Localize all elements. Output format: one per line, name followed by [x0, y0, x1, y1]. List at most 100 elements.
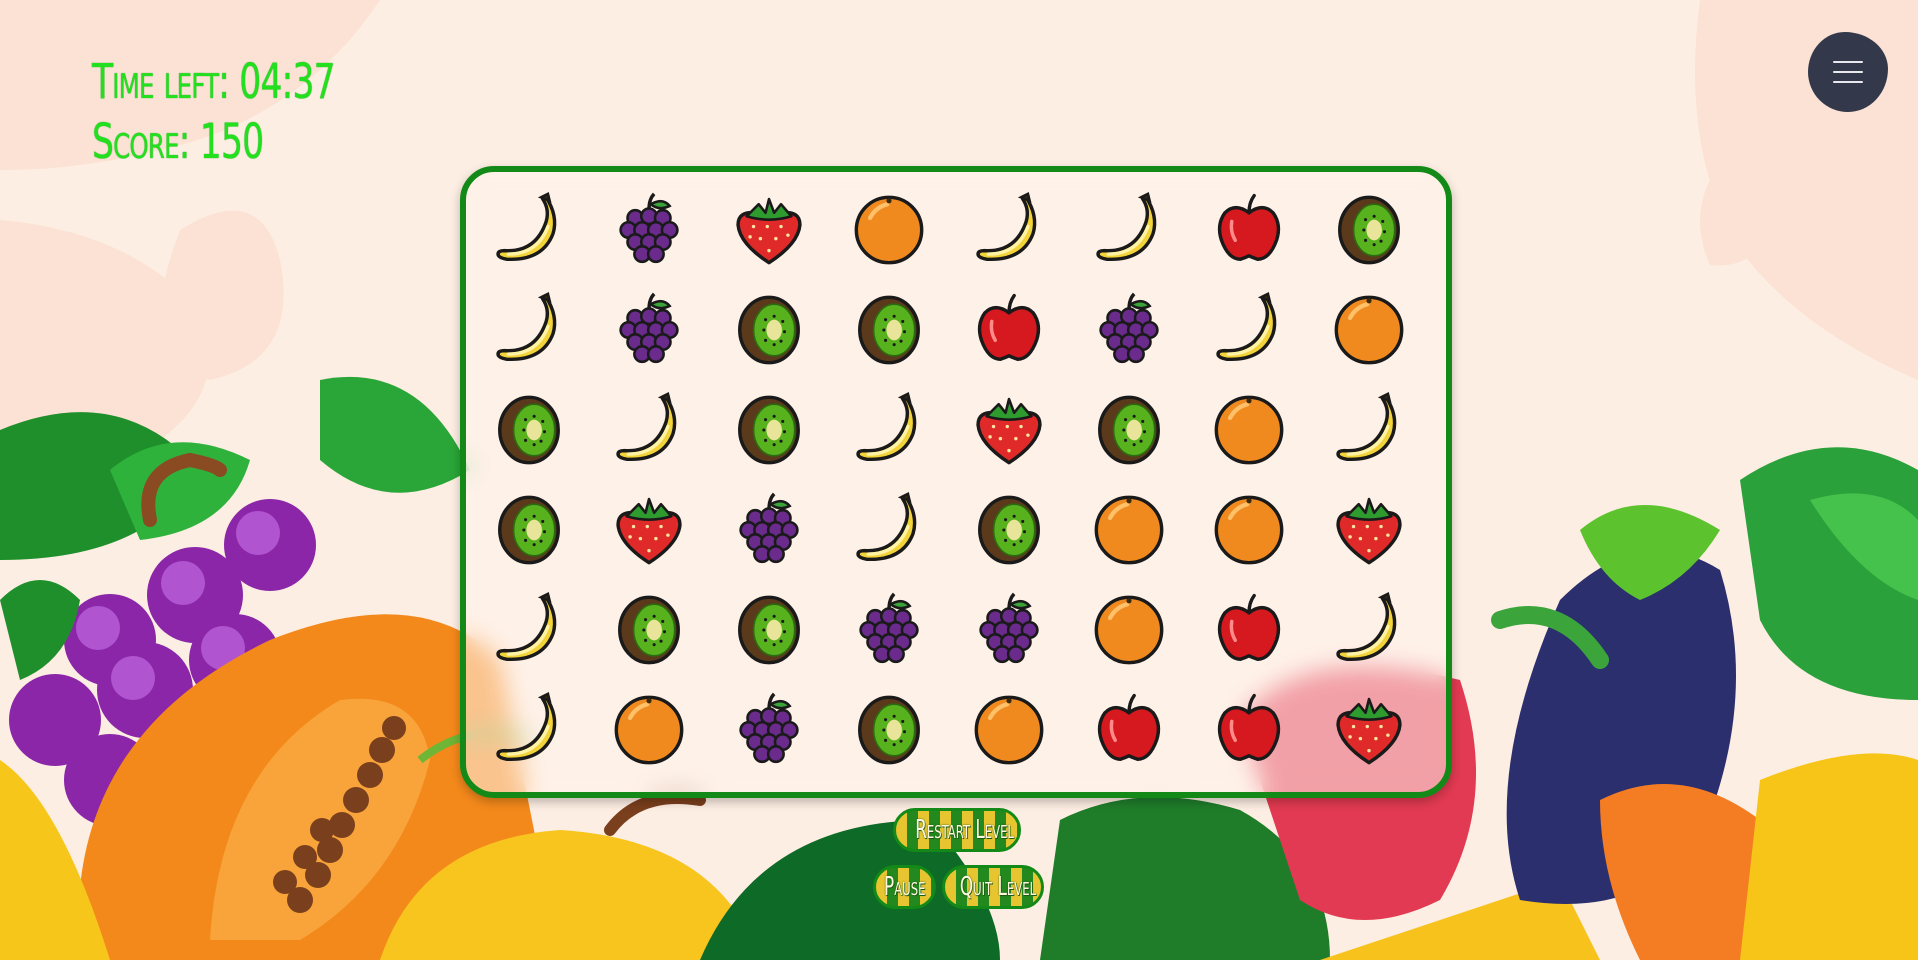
- fruit-grid: [466, 172, 1429, 780]
- time-left-label: Time left:: [92, 54, 230, 110]
- kiwi-icon: [498, 495, 560, 565]
- banana-icon: [1216, 292, 1277, 361]
- fruit-tile-strawberry[interactable]: [949, 380, 1069, 480]
- fruit-tile-strawberry[interactable]: [589, 480, 709, 580]
- quit-level-button[interactable]: Quit Level: [942, 865, 1044, 909]
- fruit-tile-banana[interactable]: [589, 380, 709, 480]
- fruit-tile-orange[interactable]: [589, 680, 709, 780]
- fruit-tile-apple[interactable]: [1189, 580, 1309, 680]
- apple-icon: [977, 293, 1041, 361]
- pause-button[interactable]: Pause: [873, 865, 936, 909]
- fruit-tile-orange[interactable]: [1309, 280, 1429, 380]
- fruit-tile-grapes[interactable]: [1069, 280, 1189, 380]
- fruit-tile-kiwi[interactable]: [589, 580, 709, 680]
- fruit-tile-banana[interactable]: [1189, 280, 1309, 380]
- fruit-tile-orange[interactable]: [1189, 480, 1309, 580]
- fruit-tile-banana[interactable]: [469, 280, 589, 380]
- orange-icon: [1094, 495, 1164, 565]
- kiwi-icon: [1338, 195, 1400, 265]
- banana-icon: [976, 192, 1037, 261]
- fruit-tile-banana[interactable]: [469, 680, 589, 780]
- time-left-display: Time left: 04:37: [92, 52, 336, 112]
- strawberry-icon: [1336, 697, 1402, 765]
- fruit-tile-grapes[interactable]: [709, 480, 829, 580]
- grapes-icon: [1099, 292, 1159, 364]
- fruit-tile-grapes[interactable]: [589, 180, 709, 280]
- fruit-tile-apple[interactable]: [949, 280, 1069, 380]
- fruit-tile-apple[interactable]: [1189, 680, 1309, 780]
- fruit-tile-orange[interactable]: [949, 680, 1069, 780]
- banana-icon: [1336, 392, 1397, 461]
- fruit-tile-kiwi[interactable]: [709, 380, 829, 480]
- banana-icon: [1096, 192, 1157, 261]
- fruit-tile-kiwi[interactable]: [1069, 380, 1189, 480]
- fruit-tile-strawberry[interactable]: [1309, 680, 1429, 780]
- fruit-tile-kiwi[interactable]: [829, 280, 949, 380]
- fruit-tile-orange[interactable]: [1069, 580, 1189, 680]
- hamburger-menu-icon: [1833, 61, 1863, 83]
- fruit-tile-banana[interactable]: [1309, 380, 1429, 480]
- kiwi-icon: [738, 395, 800, 465]
- kiwi-icon: [618, 595, 680, 665]
- grapes-icon: [859, 592, 919, 664]
- kiwi-icon: [738, 595, 800, 665]
- fruit-tile-kiwi[interactable]: [469, 480, 589, 580]
- kiwi-icon: [858, 295, 920, 365]
- banana-icon: [496, 692, 557, 761]
- fruit-tile-strawberry[interactable]: [709, 180, 829, 280]
- grapes-icon: [739, 692, 799, 764]
- fruit-tile-kiwi[interactable]: [709, 280, 829, 380]
- fruit-tile-kiwi[interactable]: [829, 680, 949, 780]
- grapes-icon: [619, 192, 679, 264]
- strawberry-icon: [616, 497, 682, 565]
- quit-level-label: Quit Level: [959, 872, 1037, 902]
- kiwi-icon: [738, 295, 800, 365]
- strawberry-icon: [1336, 497, 1402, 565]
- game-board: [460, 166, 1452, 798]
- apple-icon: [1217, 193, 1281, 261]
- fruit-tile-banana[interactable]: [469, 180, 589, 280]
- kiwi-icon: [1098, 395, 1160, 465]
- fruit-tile-banana[interactable]: [469, 580, 589, 680]
- fruit-tile-orange[interactable]: [1069, 480, 1189, 580]
- fruit-tile-kiwi[interactable]: [1309, 180, 1429, 280]
- orange-icon: [1094, 595, 1164, 665]
- banana-icon: [856, 492, 917, 561]
- fruit-tile-grapes[interactable]: [949, 580, 1069, 680]
- fruit-tile-banana[interactable]: [1309, 580, 1429, 680]
- fruit-tile-banana[interactable]: [829, 480, 949, 580]
- score-value: 150: [199, 114, 264, 170]
- banana-icon: [856, 392, 917, 461]
- fruit-tile-kiwi[interactable]: [469, 380, 589, 480]
- strawberry-icon: [736, 197, 802, 265]
- score-display: Score: 150: [92, 112, 335, 172]
- apple-icon: [1097, 693, 1161, 761]
- fruit-tile-grapes[interactable]: [829, 580, 949, 680]
- fruit-tile-grapes[interactable]: [709, 680, 829, 780]
- fruit-tile-kiwi[interactable]: [709, 580, 829, 680]
- fruit-tile-orange[interactable]: [1189, 380, 1309, 480]
- fruit-tile-banana[interactable]: [829, 380, 949, 480]
- fruit-tile-banana[interactable]: [949, 180, 1069, 280]
- fruit-tile-kiwi[interactable]: [949, 480, 1069, 580]
- apple-icon: [1217, 593, 1281, 661]
- restart-level-button[interactable]: Restart Level: [893, 808, 1021, 852]
- kiwi-icon: [498, 395, 560, 465]
- fruit-tile-grapes[interactable]: [589, 280, 709, 380]
- fruit-tile-strawberry[interactable]: [1309, 480, 1429, 580]
- apple-icon: [1217, 693, 1281, 761]
- banana-icon: [496, 192, 557, 261]
- restart-level-label: Restart Level: [915, 815, 1014, 845]
- fruit-tile-banana[interactable]: [1069, 180, 1189, 280]
- fruit-tile-apple[interactable]: [1189, 180, 1309, 280]
- kiwi-icon: [978, 495, 1040, 565]
- orange-icon: [1334, 295, 1404, 365]
- fruit-tile-apple[interactable]: [1069, 680, 1189, 780]
- grapes-icon: [619, 292, 679, 364]
- orange-icon: [1214, 395, 1284, 465]
- time-left-value: 04:37: [239, 54, 335, 110]
- banana-icon: [1336, 592, 1397, 661]
- orange-icon: [614, 695, 684, 765]
- grapes-icon: [979, 592, 1039, 664]
- fruit-tile-orange[interactable]: [829, 180, 949, 280]
